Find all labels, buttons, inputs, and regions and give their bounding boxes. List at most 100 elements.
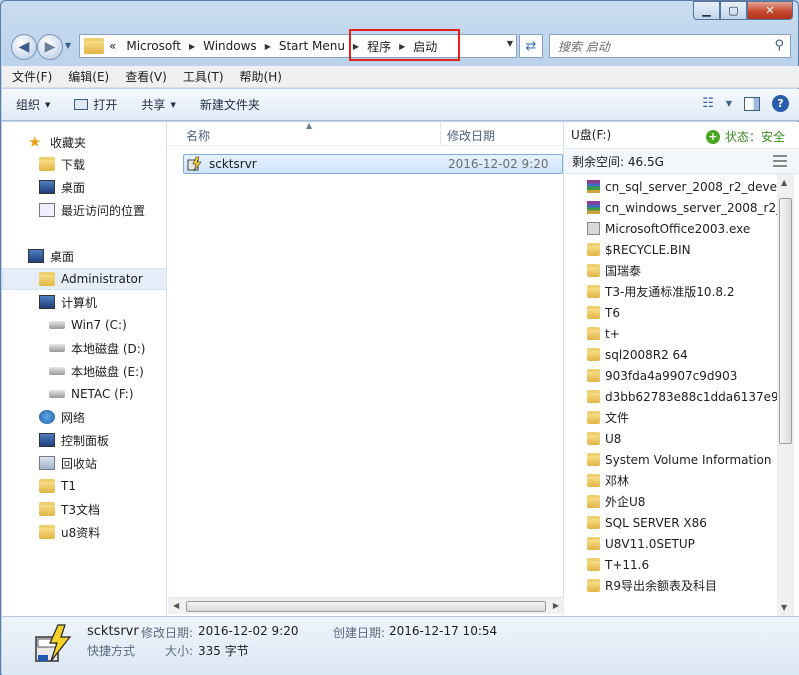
chevron-right-icon[interactable]: ▶	[262, 42, 274, 51]
usb-list-item[interactable]: System Volume Information	[587, 449, 771, 470]
nav-control-panel[interactable]: 控制面板	[2, 429, 166, 451]
search-icon[interactable]: ⚲	[774, 38, 784, 53]
menu-help[interactable]: 帮助(H)	[240, 68, 282, 85]
menu-view[interactable]: 查看(V)	[125, 68, 167, 85]
usb-list-item[interactable]: T3-用友通标准版10.8.2	[587, 281, 734, 302]
nav-drive-c[interactable]: Win7 (C:)	[2, 314, 166, 336]
search-input[interactable]: 搜索 启动 ⚲	[549, 34, 791, 58]
view-dropdown-icon[interactable]: ▼	[726, 99, 732, 108]
chevron-down-icon: ▼	[45, 100, 51, 109]
nav-downloads[interactable]: 下载	[2, 153, 166, 175]
usb-list-item[interactable]: SQL SERVER X86	[587, 512, 707, 533]
usb-list-item[interactable]: cn_windows_server_2008_r2_...	[587, 197, 782, 218]
usb-list-item[interactable]: 邓林	[587, 470, 629, 491]
control-panel-icon	[39, 433, 55, 447]
nav-u8-files[interactable]: u8资料	[2, 521, 166, 543]
new-folder-button[interactable]: 新建文件夹	[200, 96, 260, 113]
address-dropdown-icon[interactable]: ▼	[507, 39, 513, 48]
nav-drive-d[interactable]: 本地磁盘 (D:)	[2, 337, 166, 359]
column-name-header[interactable]: 名称	[186, 127, 210, 144]
usb-item-label: SQL SERVER X86	[605, 515, 707, 530]
usb-list-item[interactable]: T+11.6	[587, 554, 649, 575]
nav-label: 计算机	[61, 295, 98, 310]
usb-item-label: MicrosoftOffice2003.exe	[605, 221, 751, 236]
nav-desktop-fav[interactable]: 桌面	[2, 176, 166, 198]
column-date-header[interactable]: 修改日期	[447, 127, 495, 144]
usb-item-label: T+11.6	[605, 557, 650, 572]
menu-tools[interactable]: 工具(T)	[183, 68, 224, 85]
recent-pages-dropdown[interactable]: ▼	[65, 41, 71, 50]
nav-label: 本地磁盘 (E:)	[71, 364, 144, 379]
usb-drive-label: U盘(F:)	[571, 127, 612, 142]
nav-drive-f[interactable]: NETAC (F:)	[2, 383, 166, 405]
column-divider[interactable]	[440, 122, 441, 146]
scroll-down-icon[interactable]: ▼	[781, 603, 787, 612]
usb-list-item[interactable]: 国瑞泰	[587, 260, 641, 281]
horizontal-scrollbar[interactable]: ◀ ▶	[168, 597, 564, 614]
vertical-scrollbar[interactable]: ▲ ▼	[777, 174, 794, 616]
scroll-right-icon[interactable]: ▶	[553, 601, 559, 610]
minimize-button[interactable]: ▁	[693, 1, 720, 20]
usb-list-item[interactable]: 文件	[587, 407, 629, 428]
usb-list-item[interactable]: T6	[587, 302, 620, 323]
nav-recent-places[interactable]: 最近访问的位置	[2, 199, 166, 221]
menu-file[interactable]: 文件(F)	[12, 68, 52, 85]
usb-list-item[interactable]: d3bb62783e88c1dda6137e92	[587, 386, 782, 407]
forward-button[interactable]: ▶	[37, 34, 63, 60]
nav-favorites[interactable]: ★ 收藏夹	[2, 131, 166, 153]
usb-list-item[interactable]: R9导出余额表及科目	[587, 575, 717, 596]
security-status: + 状态：安全	[705, 128, 785, 145]
scrollbar-thumb[interactable]	[186, 601, 546, 612]
preview-pane-icon[interactable]	[744, 96, 760, 111]
system-drive-icon	[49, 321, 65, 329]
nav-administrator[interactable]: Administrator	[2, 268, 166, 290]
organize-button[interactable]: 组织 ▼	[16, 96, 50, 113]
usb-item-label: 外企U8	[605, 495, 646, 509]
hamburger-menu-icon[interactable]	[773, 155, 787, 167]
maximize-button[interactable]: ▢	[720, 1, 747, 20]
file-row-selected[interactable]: scktsrvr 2016-12-02 9:20	[183, 154, 563, 174]
help-icon[interactable]: ?	[772, 95, 789, 112]
breadcrumb-windows[interactable]: Windows	[198, 35, 262, 57]
free-space-bar: 剩余空间: 46.5G	[564, 148, 799, 174]
nav-label: 本地磁盘 (D:)	[71, 341, 146, 356]
caption-buttons: ▁ ▢ ✕	[693, 1, 793, 20]
refresh-button[interactable]: ⇄	[519, 34, 543, 58]
nav-desktop[interactable]: 桌面	[2, 245, 166, 267]
file-date: 2016-12-02 9:20	[448, 157, 549, 171]
usb-list-item[interactable]: cn_sql_server_2008_r2_devel...	[587, 176, 782, 197]
breadcrumb-start-menu[interactable]: Start Menu	[274, 35, 350, 57]
open-button[interactable]: 打开	[74, 96, 117, 113]
folder-icon	[587, 579, 600, 592]
scroll-up-icon[interactable]: ▲	[781, 178, 787, 187]
usb-list-item[interactable]: t+	[587, 323, 620, 344]
scroll-left-icon[interactable]: ◀	[173, 601, 179, 610]
chevron-right-icon[interactable]: ▶	[186, 42, 198, 51]
usb-list-item[interactable]: MicrosoftOffice2003.exe	[587, 218, 750, 239]
scrollbar-thumb[interactable]	[779, 198, 792, 444]
share-button[interactable]: 共享 ▼	[141, 96, 175, 113]
details-created-value: 2016-12-17 10:54	[389, 624, 498, 638]
usb-list-item[interactable]: U8V11.0SETUP	[587, 533, 695, 554]
nav-computer[interactable]: 计算机	[2, 291, 166, 313]
exe-icon	[587, 222, 600, 235]
back-button[interactable]: ◀	[11, 34, 37, 60]
usb-list-item[interactable]: 外企U8	[587, 491, 645, 512]
usb-list-item[interactable]: $RECYCLE.BIN	[587, 239, 691, 260]
nav-drive-e[interactable]: 本地磁盘 (E:)	[2, 360, 166, 382]
view-options-icon[interactable]: ☷	[702, 96, 714, 111]
nav-recycle-bin[interactable]: 回收站	[2, 452, 166, 474]
breadcrumb-overflow[interactable]: «	[104, 35, 121, 57]
usb-list-item[interactable]: U8	[587, 428, 621, 449]
folder-icon	[39, 502, 55, 516]
usb-side-panel: U盘(F:) + 状态：安全 剩余空间: 46.5G cn_sql_server_…	[564, 122, 799, 616]
close-button[interactable]: ✕	[747, 1, 793, 20]
nav-t3-docs[interactable]: T3文档	[2, 498, 166, 520]
usb-list-item[interactable]: 903fda4a9907c9d903	[587, 365, 737, 386]
usb-list-item[interactable]: sql2008R2 64	[587, 344, 688, 365]
usb-item-label: T3-用友通标准版10.8.2	[605, 285, 735, 299]
menu-edit[interactable]: 编辑(E)	[68, 68, 109, 85]
nav-t1[interactable]: T1	[2, 475, 166, 497]
breadcrumb-microsoft[interactable]: Microsoft	[121, 35, 186, 57]
nav-network[interactable]: 网络	[2, 406, 166, 428]
